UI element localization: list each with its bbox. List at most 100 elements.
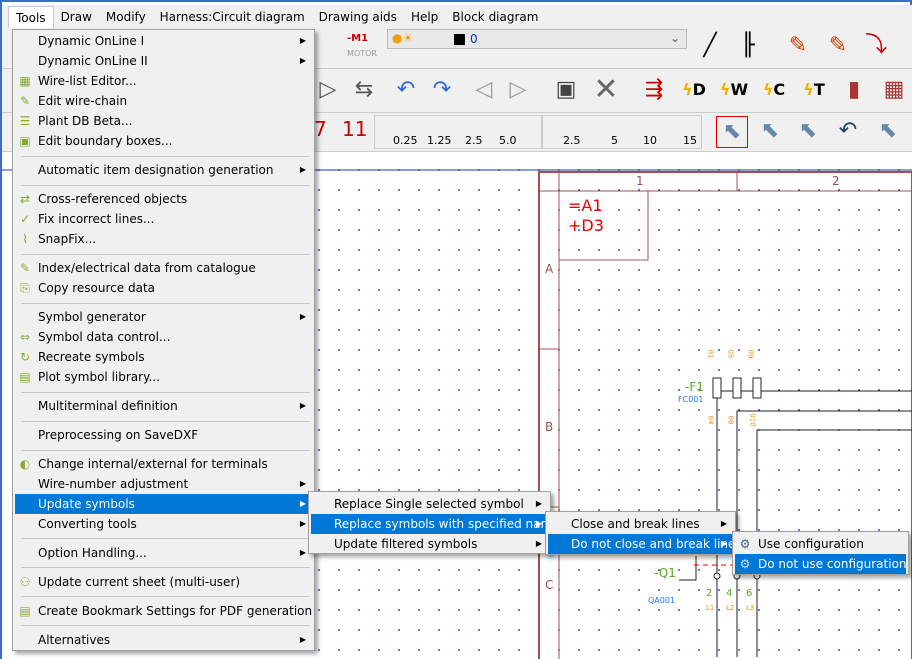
redo-save-icon[interactable]: ↷ xyxy=(426,75,458,105)
grid-red-0[interactable]: 0.25 xyxy=(393,134,418,147)
menu-item-do-not-close-break-lines[interactable]: Do not close and break lines ▶ xyxy=(548,534,742,554)
list-icon: ☰ xyxy=(19,114,31,128)
eraser-icon[interactable]: ✎ xyxy=(782,31,814,61)
db-sync-icon[interactable]: ⇶ xyxy=(638,75,670,105)
menu-modify[interactable]: Modify xyxy=(99,6,153,28)
grid-green-2[interactable]: 10 xyxy=(643,134,657,147)
menu-item-dynamic-online-i[interactable]: Dynamic OnLine I ▶ xyxy=(15,31,312,51)
menu-item-label: Multiterminal definition xyxy=(38,399,178,413)
menu-item-multiterminal-definition[interactable]: Multiterminal definition ▶ xyxy=(15,396,312,416)
lightning-c-button[interactable]: ϟC xyxy=(758,75,790,105)
undo-count[interactable]: 7 xyxy=(314,117,327,141)
pin-label: 04 xyxy=(706,415,715,425)
lightning-d-button[interactable]: ϟD xyxy=(678,75,710,105)
pin-label: 010 xyxy=(748,413,757,427)
menu-item-dynamic-online-ii[interactable]: Dynamic OnLine II ▶ xyxy=(15,51,312,71)
menu-item-plot-symbol-library[interactable]: ▤ Plot symbol library... xyxy=(15,367,312,387)
menu-item-change-internal-external-for-terminals[interactable]: ◐ Change internal/external for terminals xyxy=(15,454,312,474)
fuse-tag[interactable]: -F1 xyxy=(685,380,704,394)
menu-item-label: Wire-list Editor... xyxy=(38,74,137,88)
select-cross-icon[interactable]: ⬉ xyxy=(754,116,786,146)
menu-item-label: Cross-referenced objects xyxy=(38,192,188,206)
menu-item-edit-wire-chain[interactable]: ✎ Edit wire-chain xyxy=(15,91,312,111)
menu-item-update-current-sheet-multi-user[interactable]: ⚇ Update current sheet (multi-user) xyxy=(15,572,312,592)
multi-line-icon[interactable]: ╟ xyxy=(732,31,764,61)
eraser-line-icon[interactable]: ✎ xyxy=(822,31,854,61)
menu-item-replace-specified-name[interactable]: Replace symbols with specified name ▶ xyxy=(311,514,560,534)
line-label: L2 xyxy=(726,604,735,612)
menu-item-replace-single[interactable]: Replace Single selected symbol ▶ xyxy=(311,494,548,514)
menu-harness[interactable]: Harness:Circuit diagram xyxy=(153,6,312,28)
undo-save-icon[interactable]: ↶ xyxy=(390,75,422,105)
select-line-icon[interactable]: ⬉ xyxy=(872,116,904,146)
menu-item-label: Plot symbol library... xyxy=(38,370,160,384)
swap-icon[interactable]: ⇆ xyxy=(348,75,380,105)
pin-label: 09 xyxy=(746,349,755,359)
menu-item-use-configuration[interactable]: ⚙ Use configuration xyxy=(735,534,906,554)
menu-separator xyxy=(21,567,310,568)
layer-dropdown[interactable]: ●☀ 0 ⌄ xyxy=(387,29,687,49)
lightning-t-button[interactable]: ϟT xyxy=(798,75,830,105)
zoom-in-icon[interactable]: ▷ xyxy=(502,75,534,105)
motor-label[interactable]: MOTOR xyxy=(347,49,377,58)
menu-drawing-aids[interactable]: Drawing aids xyxy=(312,6,404,28)
menu-block-diagram[interactable]: Block diagram xyxy=(445,6,545,28)
color-swatch-icon xyxy=(454,34,465,45)
menu-item-copy-resource-data[interactable]: ⎘ Copy resource data xyxy=(15,278,312,298)
menu-item-option-handling[interactable]: Option Handling... ▶ xyxy=(15,543,312,563)
lightning-w-button[interactable]: ϟW xyxy=(718,75,750,105)
menu-item-preprocessing-on-savedxf[interactable]: Preprocessing on SaveDXF xyxy=(15,425,312,445)
grid-red-1[interactable]: 1.25 xyxy=(427,134,452,147)
insert-save-icon[interactable]: ▷ xyxy=(312,75,344,105)
switch-code: QA001 xyxy=(648,596,676,605)
menu-item-fix-incorrect-lines[interactable]: ✓ Fix incorrect lines... xyxy=(15,209,312,229)
menu-item-plant-db-beta[interactable]: ☰ Plant DB Beta... xyxy=(15,111,312,131)
row-label-b: B xyxy=(545,420,554,434)
menu-item-symbol-generator[interactable]: Symbol generator ▶ xyxy=(15,307,312,327)
cross-ref-icon: ⇄ xyxy=(19,192,31,206)
menu-bar: Tools Draw Modify Harness:Circuit diagra… xyxy=(2,5,912,29)
menu-item-close-break-lines[interactable]: Close and break lines ▶ xyxy=(548,514,733,534)
menu-item-do-not-use-configuration[interactable]: ⚙ Do not use configuration xyxy=(735,554,907,574)
menu-item-cross-referenced-objects[interactable]: ⇄ Cross-referenced objects xyxy=(15,189,312,209)
menu-item-index-electrical-data-from-catalogue[interactable]: ✎ Index/electrical data from catalogue xyxy=(15,258,312,278)
grid-green-0[interactable]: 2.5 xyxy=(563,134,581,147)
menu-item-edit-boundary-boxes[interactable]: ▣ Edit boundary boxes... xyxy=(15,131,312,151)
menu-item-symbol-data-control[interactable]: ⇔ Symbol data control... xyxy=(15,327,312,347)
grid-red-3[interactable]: 5.0 xyxy=(499,134,517,147)
menu-item-label: Plant DB Beta... xyxy=(38,114,133,128)
menu-help[interactable]: Help xyxy=(404,6,445,28)
switch-tag[interactable]: -Q1 xyxy=(654,566,676,580)
menu-item-wire-number-adjustment[interactable]: Wire-number adjustment ▶ xyxy=(15,474,312,494)
line-icon[interactable]: ╱ xyxy=(694,31,726,61)
catalogue-icon: ✎ xyxy=(19,261,31,275)
menu-item-update-filtered[interactable]: Update filtered symbols ▶ xyxy=(311,534,548,554)
redo-count[interactable]: 11 xyxy=(342,117,367,141)
menu-item-update-symbols[interactable]: Update symbols ▶ xyxy=(15,494,312,514)
menu-item-create-bookmark-settings-for-pdf-generation[interactable]: ▤ Create Bookmark Settings for PDF genera… xyxy=(15,601,312,621)
menu-item-snapfix[interactable]: ⌇ SnapFix... xyxy=(15,229,312,249)
grid-green-1[interactable]: 5 xyxy=(611,134,618,147)
save-icon[interactable]: ▣ xyxy=(550,75,582,105)
select-undo-icon[interactable]: ↶ xyxy=(832,116,864,146)
select-object-icon[interactable]: ⬉ xyxy=(792,116,824,146)
menu-item-automatic-item-designation-generation[interactable]: Automatic item designation generation ▶ xyxy=(15,160,312,180)
zoom-out-icon[interactable]: ◁ xyxy=(468,75,500,105)
menu-item-label: Recreate symbols xyxy=(38,350,145,364)
grid-green-3[interactable]: 15 xyxy=(683,134,697,147)
break-icon[interactable]: ⤵ xyxy=(860,31,892,61)
menu-item-label: Edit boundary boxes... xyxy=(38,134,173,148)
grid-red-2[interactable]: 2.5 xyxy=(465,134,483,147)
menu-draw[interactable]: Draw xyxy=(54,6,99,28)
menu-item-recreate-symbols[interactable]: ↻ Recreate symbols xyxy=(15,347,312,367)
menu-tools[interactable]: Tools xyxy=(8,6,54,28)
menu-item-alternatives[interactable]: Alternatives ▶ xyxy=(15,630,312,650)
menu-item-wire-list-editor[interactable]: ▦ Wire-list Editor... xyxy=(15,71,312,91)
select-window-icon[interactable]: ⬉ xyxy=(716,116,748,148)
edit-table-icon[interactable]: ▦ xyxy=(878,75,910,105)
close-icon[interactable]: ✕ xyxy=(590,75,622,105)
bulb-icon: ●☀ xyxy=(392,31,414,45)
catalogue-can-icon[interactable]: ▮ xyxy=(838,75,870,105)
menu-separator xyxy=(21,392,310,393)
menu-item-converting-tools[interactable]: Converting tools ▶ xyxy=(15,514,312,534)
